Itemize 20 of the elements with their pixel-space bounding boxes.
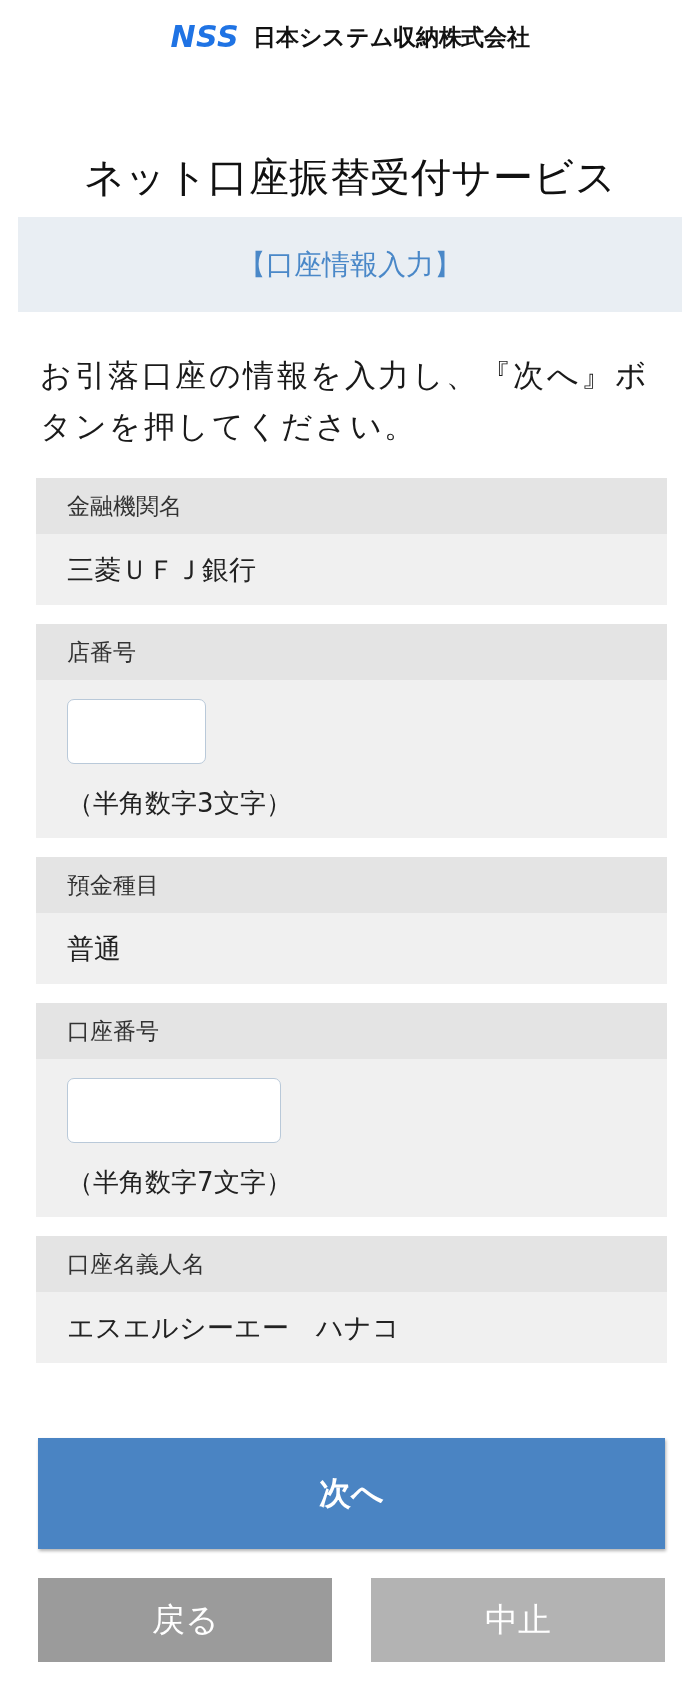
cancel-button[interactable]: 中止 [371,1578,665,1662]
company-name: 日本システム収納株式会社 [253,23,530,51]
field-label: 預金種目 [67,871,159,900]
instruction-text: お引落口座の情報を入力し、『次へ』ボタンを押してください。 [39,356,650,446]
step-title: 【口座情報入力】 [238,246,462,283]
field-label: 店番号 [67,638,136,667]
page-title: ネット口座振替受付サービス [82,153,618,201]
field-label: 口座名義人名 [67,1250,205,1279]
field-value: エスエルシーエー ハナコ [67,1310,400,1345]
brand-logo: NSS [170,23,240,51]
field-value: 三菱ＵＦＪ銀行 [67,552,256,587]
back-button[interactable]: 戻る [38,1578,332,1662]
field-value: 普通 [67,931,121,966]
field-label: 金融機関名 [67,492,182,521]
input-field[interactable] [67,1078,281,1143]
input-field[interactable] [67,699,206,764]
hint-text: （半角数字7文字） [67,1166,293,1199]
field-label: 口座番号 [67,1017,159,1046]
hint-text: （半角数字3文字） [67,787,293,820]
next-button[interactable]: 次へ [38,1438,665,1549]
